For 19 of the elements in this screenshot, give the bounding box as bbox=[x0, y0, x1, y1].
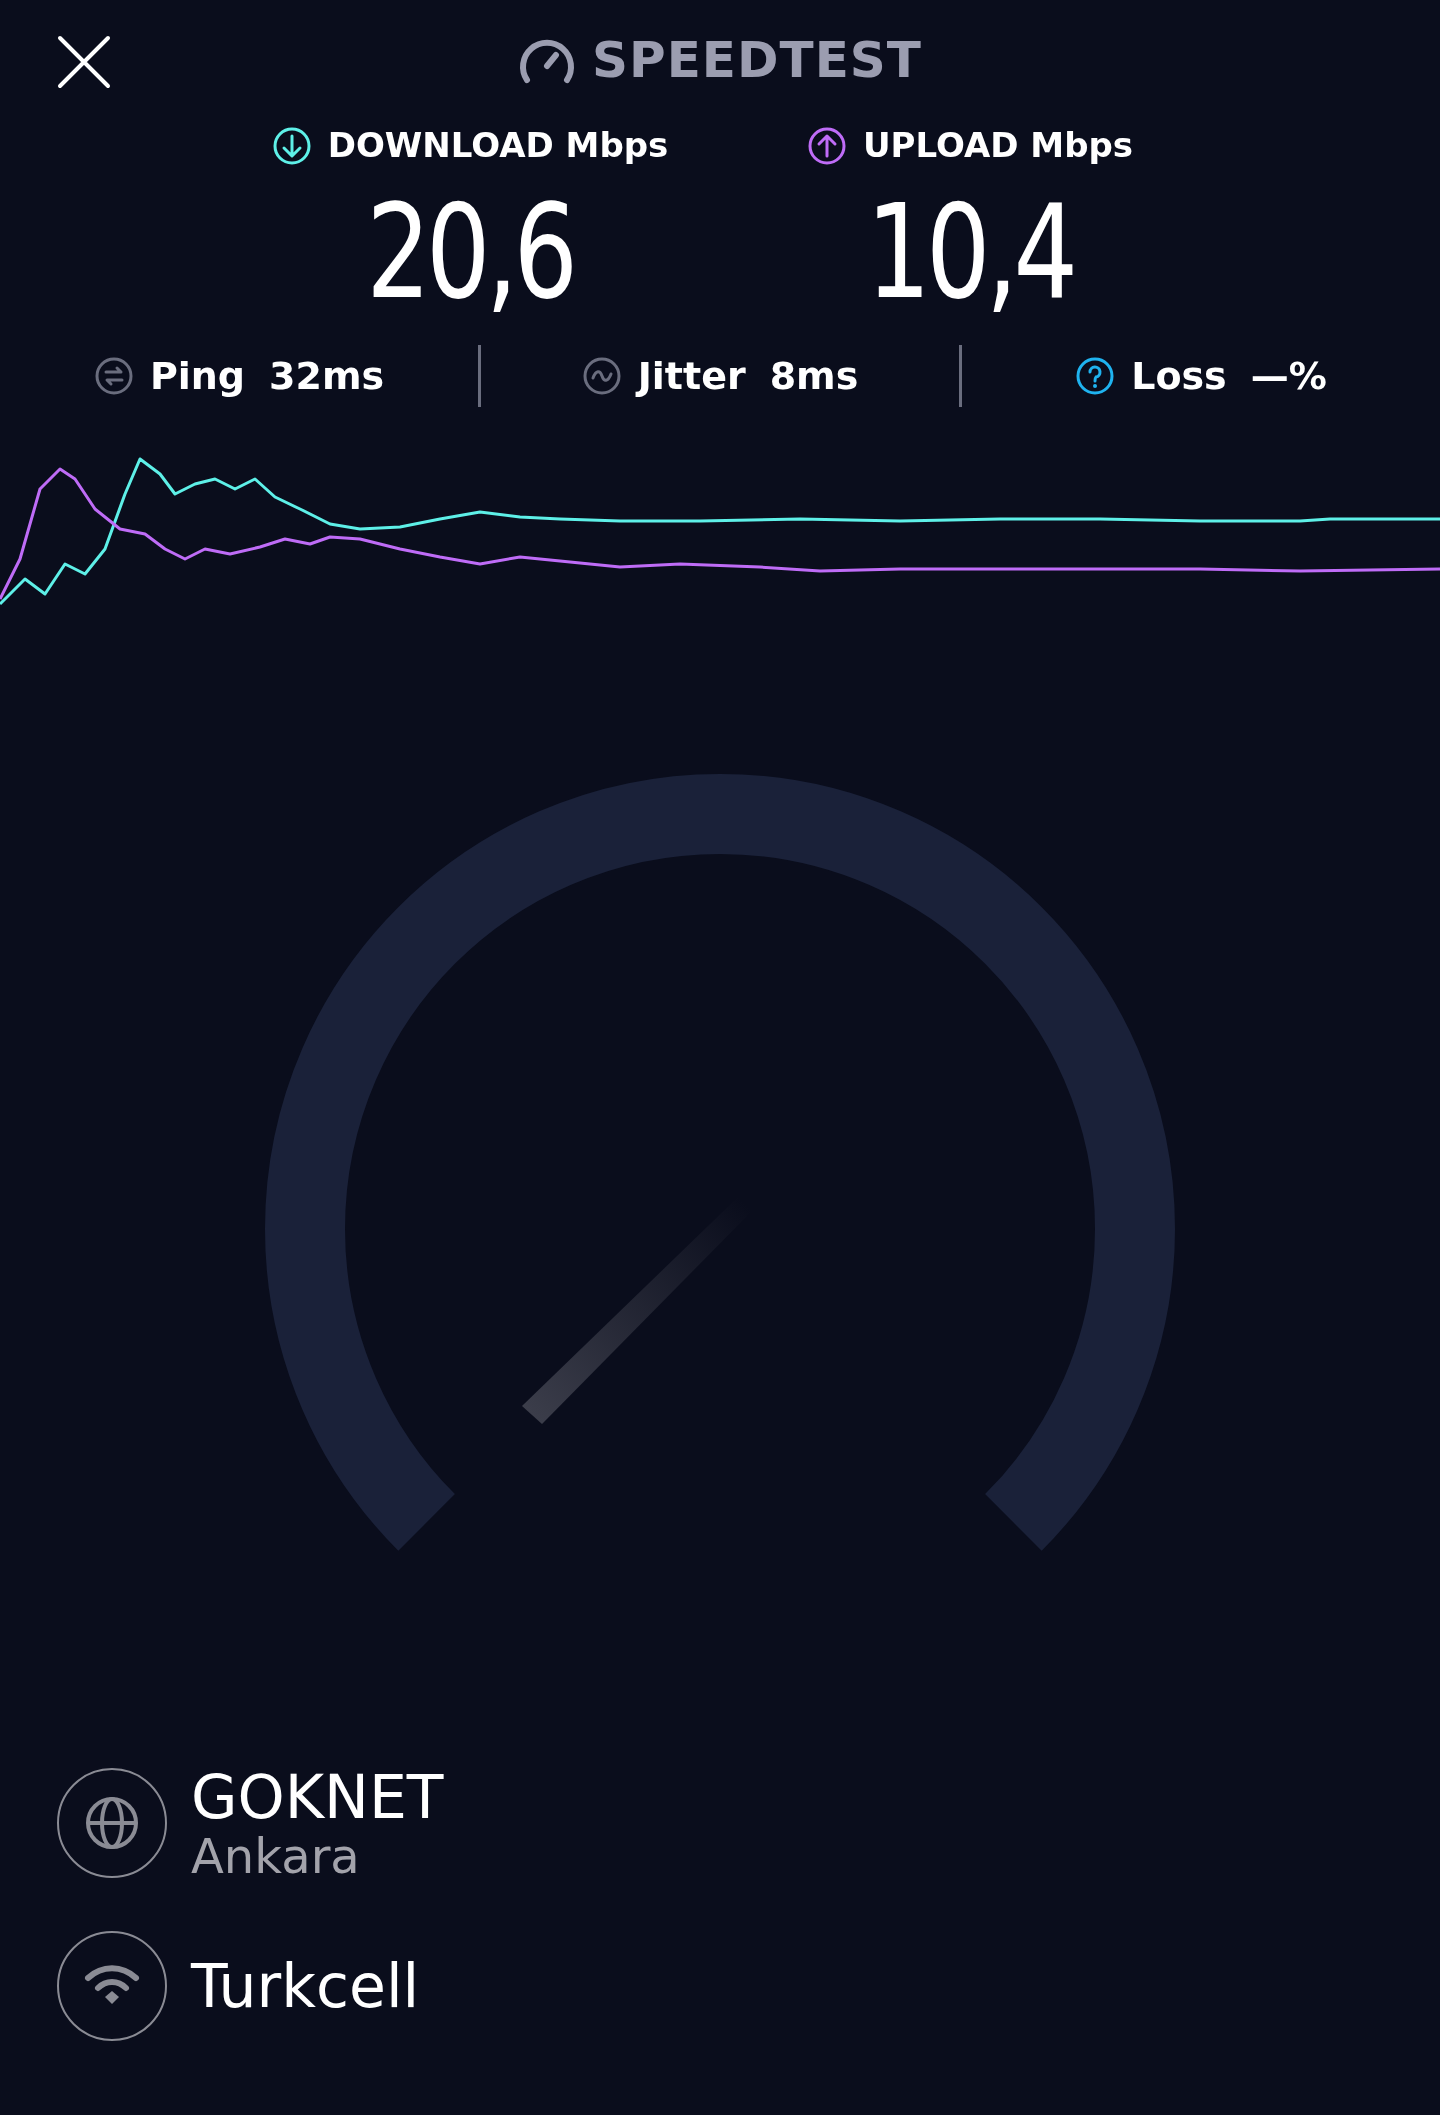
server-location: Ankara bbox=[191, 1830, 361, 1883]
stat-value: —% bbox=[1250, 352, 1327, 400]
result-value: 20,6 bbox=[366, 187, 574, 317]
help-icon bbox=[1075, 356, 1116, 396]
result-value: 10,4 bbox=[866, 187, 1074, 317]
stat-label: Loss bbox=[1131, 352, 1227, 400]
stat-value: 32ms bbox=[269, 352, 385, 400]
result-label: UPLOAD Mbps bbox=[862, 124, 1134, 167]
stat-label: Jitter bbox=[637, 352, 746, 400]
result-label: DOWNLOAD Mbps bbox=[327, 124, 669, 167]
globe-icon bbox=[85, 1796, 139, 1851]
server-name: GOKNET bbox=[191, 1764, 444, 1830]
app-title: SPEEDTEST bbox=[592, 29, 922, 91]
wave-icon bbox=[581, 356, 622, 396]
ping-icon bbox=[93, 356, 134, 396]
provider-name: Turkcell bbox=[191, 1952, 420, 2019]
stat-label: Ping bbox=[149, 352, 245, 400]
close-button[interactable] bbox=[56, 34, 112, 90]
stat-value: 8ms bbox=[769, 352, 859, 400]
